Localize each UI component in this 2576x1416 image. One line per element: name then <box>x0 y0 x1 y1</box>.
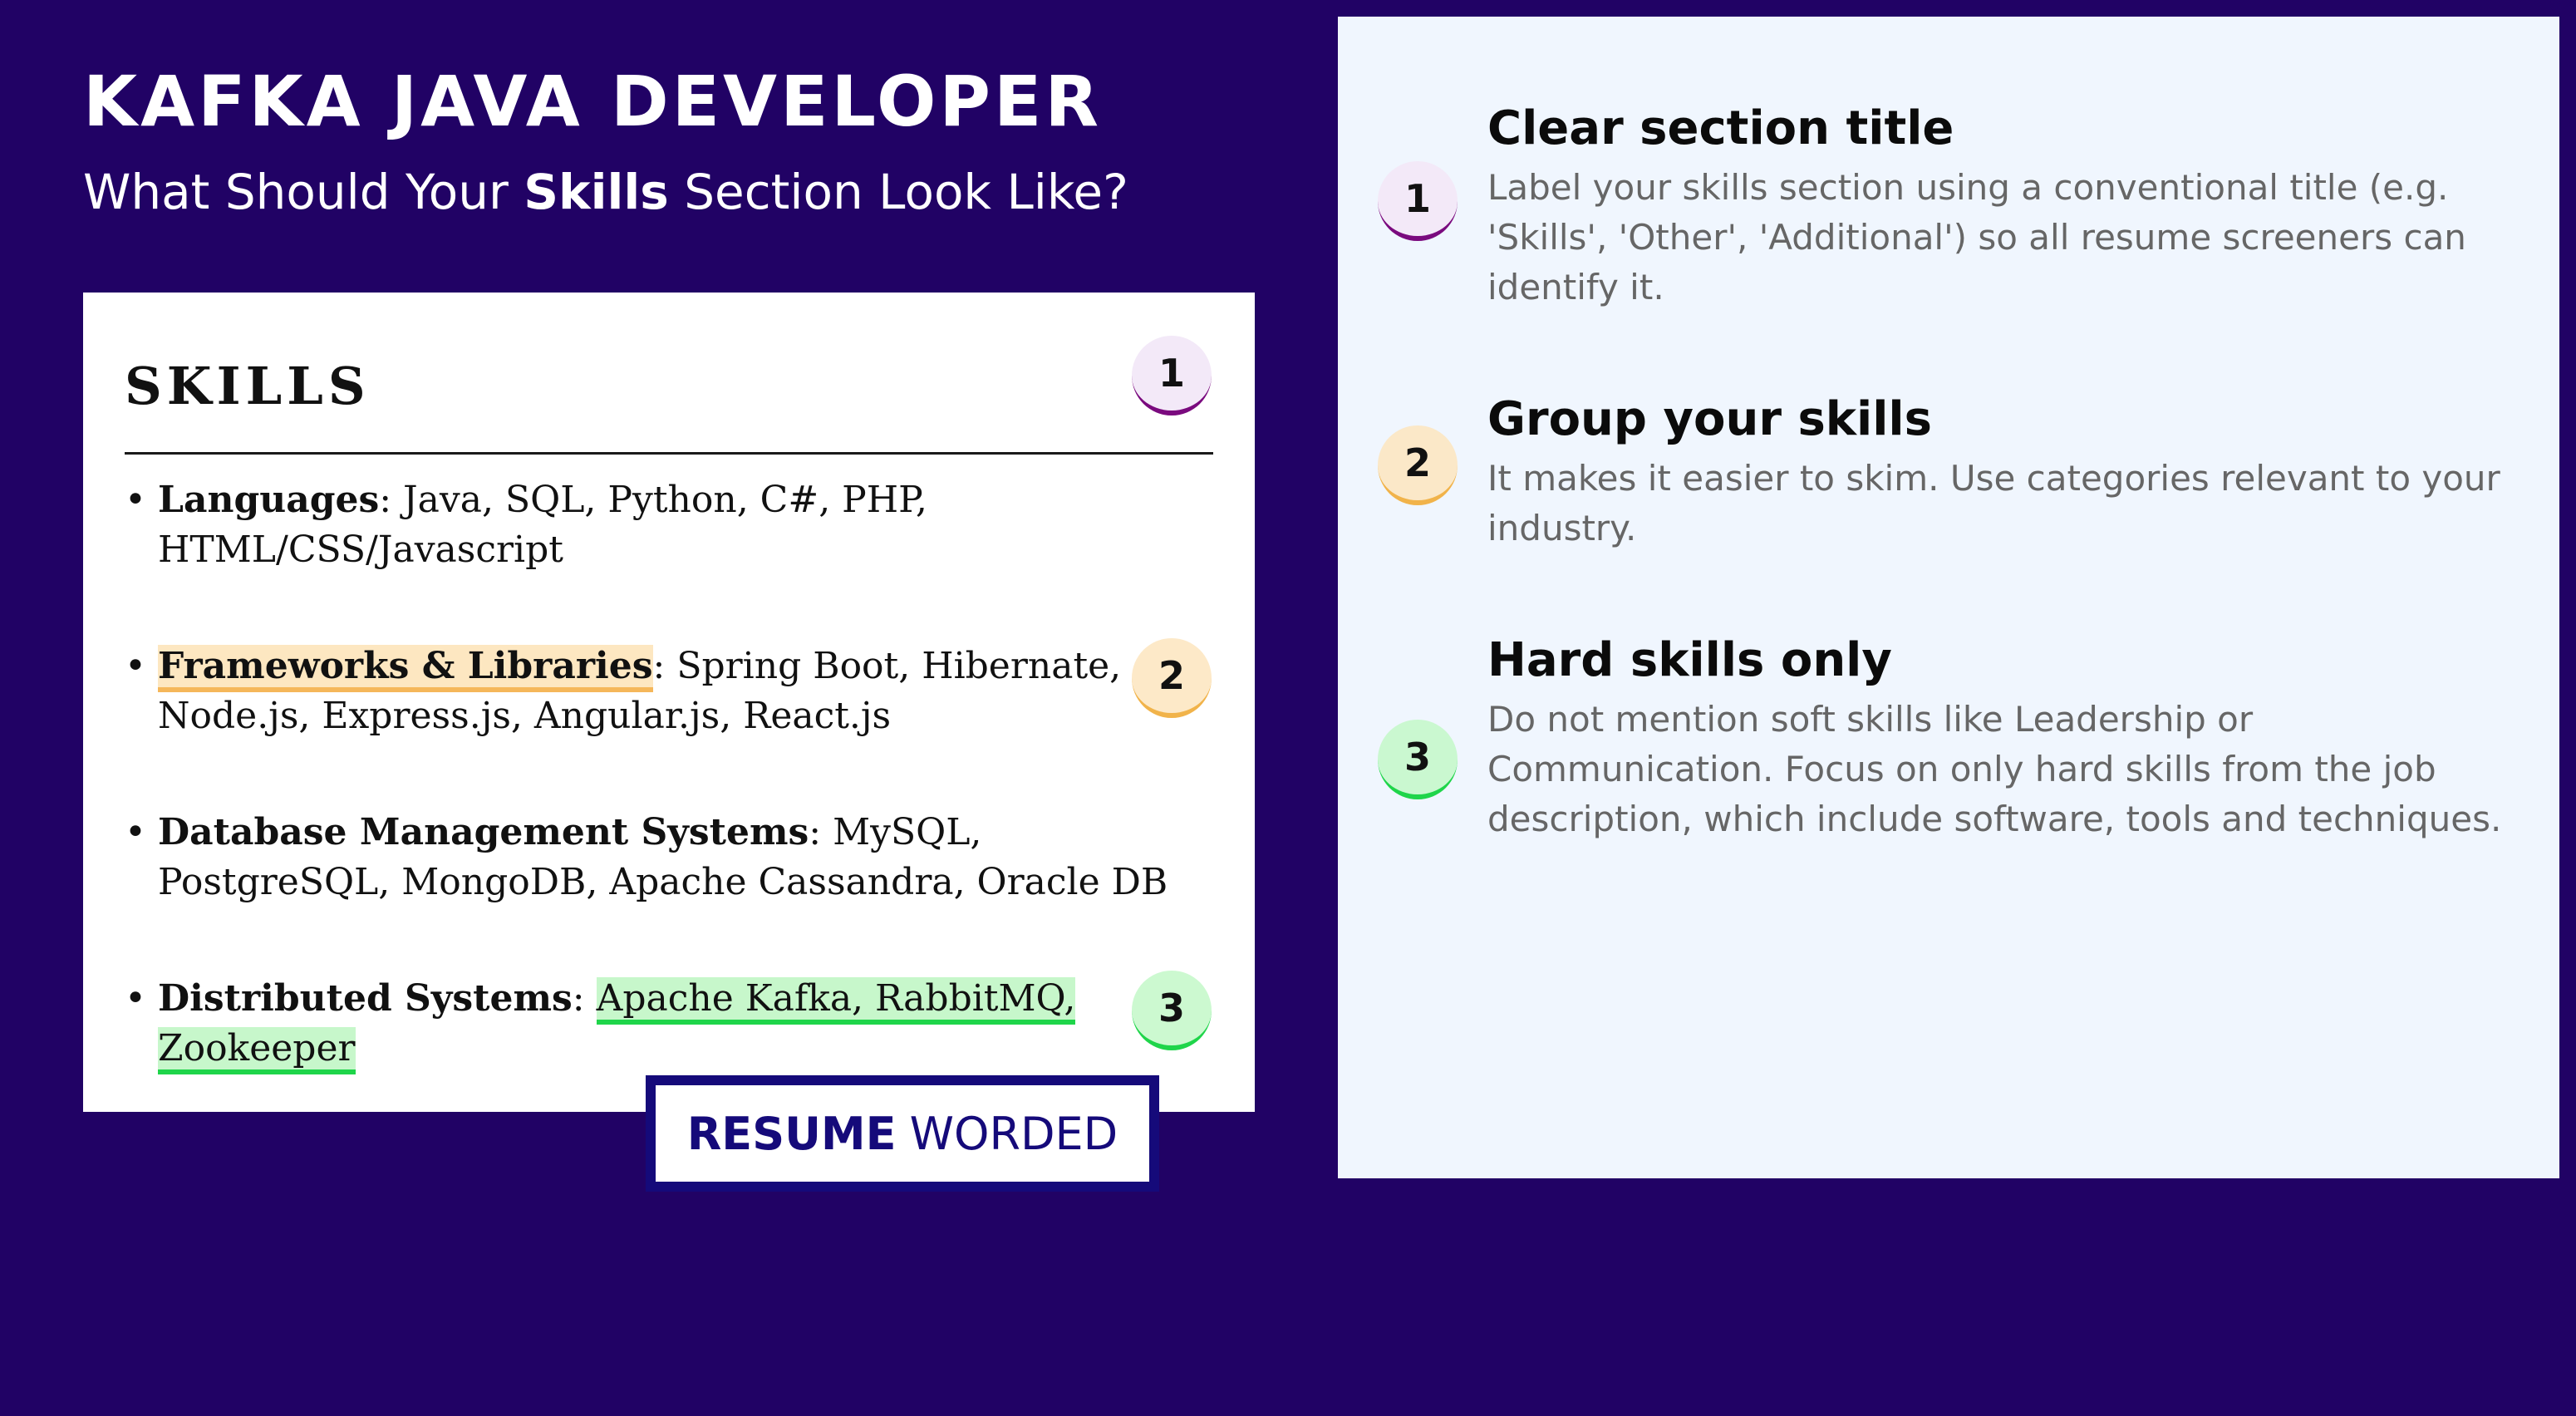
tip-text: It makes it easier to skim. Use categori… <box>1487 457 2500 548</box>
logo-text-light: WORDED <box>909 1107 1118 1160</box>
resume-skills-card: SKILLS Languages: Java, SQL, Python, C#,… <box>83 293 1255 1112</box>
skill-category-label: Distributed Systems <box>158 977 573 1020</box>
page-title: KAFKA JAVA DEVELOPER <box>83 61 1103 142</box>
subtitle-emphasis: Skills <box>524 164 669 220</box>
skill-list: Languages: Java, SQL, Python, C#, PHP, H… <box>125 475 1205 1140</box>
skill-item-databases: Database Management Systems: MySQL, Post… <box>125 808 1205 907</box>
resume-worded-logo: RESUME WORDED <box>646 1075 1159 1192</box>
tip-badge-1: 1 <box>1378 161 1458 241</box>
tip-badge-3: 3 <box>1378 720 1458 799</box>
step-badge-3: 3 <box>1132 971 1212 1050</box>
tip-3: Hard skills only Do not mention soft ski… <box>1487 635 2518 844</box>
logo-text-strong: RESUME <box>686 1107 897 1160</box>
skills-heading: SKILLS <box>125 356 371 416</box>
tips-panel: 1 Clear section title Label your skills … <box>1338 17 2559 1178</box>
tip-title: Hard skills only <box>1487 633 1892 687</box>
skill-category-label: Database Management Systems <box>158 811 809 853</box>
tip-text: Label your skills section using a conven… <box>1487 166 2466 307</box>
tip-2: Group your skills It makes it easier to … <box>1487 394 2518 553</box>
skill-category-label-highlighted: Frameworks & Libraries <box>158 645 653 692</box>
skill-item-frameworks: Frameworks & Libraries: Spring Boot, Hib… <box>125 642 1205 741</box>
tip-text: Do not mention soft skills like Leadersh… <box>1487 698 2502 839</box>
step-badge-2: 2 <box>1132 638 1212 718</box>
step-badge-1: 1 <box>1132 336 1212 415</box>
heading-divider <box>125 452 1213 455</box>
tip-badge-2: 2 <box>1378 425 1458 505</box>
page-subtitle: What Should Your Skills Section Look Lik… <box>83 164 1128 220</box>
subtitle-post: Section Look Like? <box>668 164 1128 220</box>
skill-item-languages: Languages: Java, SQL, Python, C#, PHP, H… <box>125 475 1205 575</box>
subtitle-pre: What Should Your <box>83 164 524 220</box>
skill-values-prefix: : <box>572 977 597 1020</box>
skill-item-distributed: Distributed Systems: Apache Kafka, Rabbi… <box>125 974 1205 1074</box>
tip-1: Clear section title Label your skills se… <box>1487 103 2518 312</box>
tip-title: Group your skills <box>1487 392 1932 446</box>
tip-title: Clear section title <box>1487 101 1954 155</box>
skill-category-label: Languages <box>158 479 380 521</box>
